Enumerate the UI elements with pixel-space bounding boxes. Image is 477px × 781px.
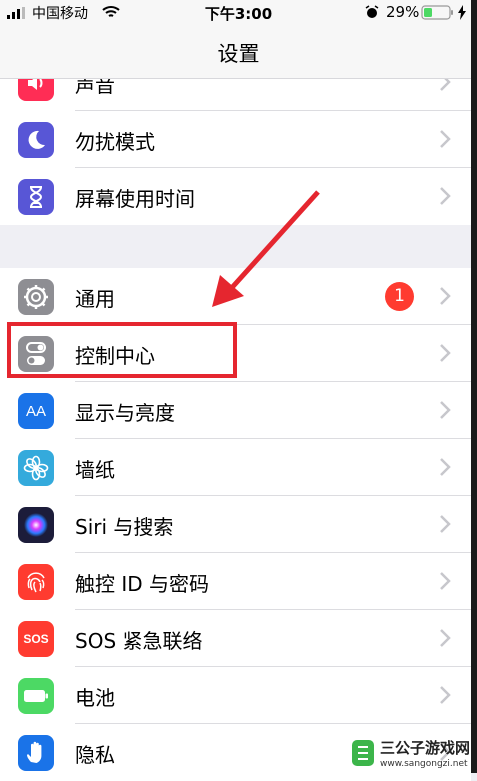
annotation-arrow — [212, 190, 320, 307]
watermark-logo: 三公子游戏网 www.sangongzi.net — [352, 739, 470, 769]
annotation-highlight-box — [7, 322, 237, 378]
watermark-url: www.sangongzi.net — [380, 759, 468, 769]
watermark-title: 三公子游戏网 — [380, 739, 470, 757]
